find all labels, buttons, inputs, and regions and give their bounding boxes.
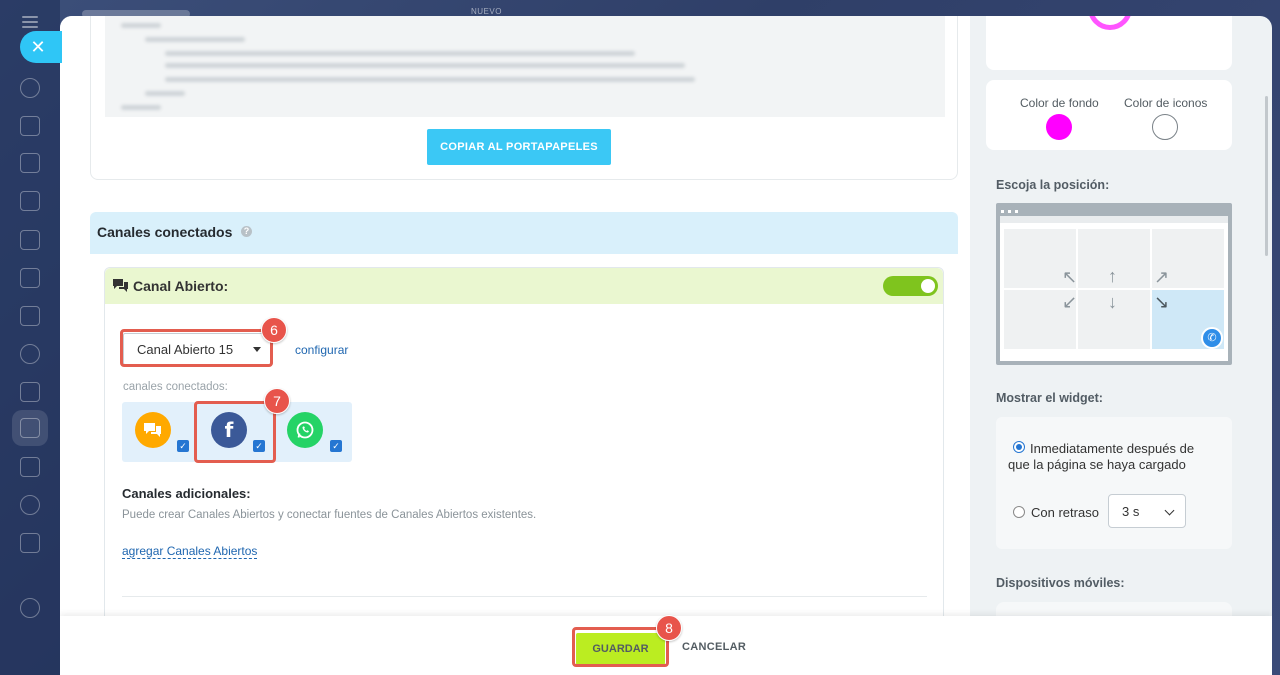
arrow-up-right-icon: ↗ bbox=[1154, 267, 1170, 287]
code-snippet bbox=[105, 16, 945, 117]
arrow-up-icon: ↑ bbox=[1108, 266, 1117, 286]
channel-checkbox[interactable]: ✓ bbox=[330, 440, 342, 452]
show-immediately-label: Inmediatamente después de que la página … bbox=[1008, 441, 1195, 472]
scrollbar[interactable] bbox=[1265, 96, 1268, 256]
arrow-down-icon: ↓ bbox=[1108, 292, 1117, 312]
code-card: COPIAR AL PORTAPAPELES bbox=[90, 16, 958, 180]
chat-bubbles-icon bbox=[112, 278, 129, 295]
annotation-frame-select bbox=[120, 329, 273, 367]
annotation-frame-save bbox=[572, 627, 669, 667]
copy-to-clipboard-button[interactable]: COPIAR AL PORTAPAPELES bbox=[427, 129, 611, 165]
delay-select[interactable]: 3 s bbox=[1108, 494, 1186, 528]
open-channel-title: Canal Abierto: bbox=[133, 278, 229, 294]
additional-channels-desc: Puede crear Canales Abiertos y conectar … bbox=[122, 509, 537, 521]
additional-channels-title: Canales adicionales: bbox=[122, 486, 251, 501]
browser-dots bbox=[1001, 210, 1021, 213]
tasks-icon[interactable] bbox=[20, 153, 40, 173]
position-picker: ↖ ↑ ↗ ↙ ↓ ↘ ✆ bbox=[996, 203, 1232, 365]
open-channel-toggle[interactable] bbox=[883, 276, 938, 296]
add-open-channels-link[interactable]: agregar Canales Abiertos bbox=[122, 544, 258, 559]
annotation-badge-7: 7 bbox=[264, 388, 290, 414]
docs-icon[interactable] bbox=[20, 230, 40, 250]
chats-icon[interactable] bbox=[20, 116, 40, 136]
show-delay-radio[interactable] bbox=[1013, 506, 1025, 518]
filter-icon[interactable] bbox=[20, 418, 40, 438]
close-slider-button[interactable]: ✕ bbox=[20, 31, 62, 63]
widget-preview-button bbox=[1088, 16, 1132, 30]
arrow-down-left-icon: ↙ bbox=[1062, 292, 1078, 312]
annotation-frame-facebook bbox=[194, 401, 276, 463]
mobile-devices-label: Dispositivos móviles: bbox=[996, 576, 1125, 590]
delay-value: 3 s bbox=[1122, 504, 1140, 519]
checklist-icon[interactable] bbox=[20, 382, 40, 402]
menu-icon[interactable] bbox=[22, 16, 38, 28]
connected-channels-header: Canales conectados ? bbox=[90, 212, 958, 254]
arrow-up-left-icon: ↖ bbox=[1062, 267, 1078, 287]
divider bbox=[122, 596, 927, 597]
help-icon[interactable]: ? bbox=[241, 226, 252, 237]
configure-link[interactable]: configurar bbox=[295, 343, 348, 357]
target-icon[interactable] bbox=[20, 495, 40, 515]
whatsapp-icon[interactable] bbox=[287, 412, 323, 448]
icon-color-label: Color de iconos bbox=[1124, 96, 1208, 110]
feed-icon[interactable] bbox=[20, 78, 40, 98]
phone-icon: ✆ bbox=[1201, 327, 1223, 349]
calendar-icon[interactable] bbox=[20, 191, 40, 211]
arrow-down-right-icon: ↘ bbox=[1154, 292, 1170, 312]
bg-color-swatch[interactable] bbox=[1046, 114, 1072, 140]
colors-box bbox=[986, 80, 1232, 150]
widget-settings-column: Color de fondo Color de iconos Escoja la… bbox=[986, 16, 1232, 642]
settings-icon[interactable] bbox=[20, 598, 40, 618]
chevron-down-icon bbox=[1164, 505, 1175, 516]
drive-icon[interactable] bbox=[20, 268, 40, 288]
section-title: Canales conectados bbox=[97, 224, 233, 240]
position-grid: ↖ ↑ ↗ ↙ ↓ ↘ ✆ bbox=[1000, 223, 1228, 361]
contacts-icon[interactable] bbox=[20, 344, 40, 364]
channel-checkbox[interactable]: ✓ bbox=[177, 440, 189, 452]
main-column: COPIAR AL PORTAPAPELES Canales conectado… bbox=[60, 16, 970, 616]
preview-box bbox=[986, 16, 1232, 70]
show-widget-box bbox=[996, 417, 1232, 549]
icon-color-swatch[interactable] bbox=[1152, 114, 1178, 140]
bg-color-label: Color de fondo bbox=[1020, 96, 1099, 110]
chat-icon[interactable] bbox=[135, 412, 171, 448]
left-nav-rail bbox=[0, 0, 60, 675]
sites-icon[interactable] bbox=[20, 457, 40, 477]
position-label: Escoja la posición: bbox=[996, 178, 1110, 192]
cancel-button[interactable]: CANCELAR bbox=[682, 641, 746, 653]
show-widget-label: Mostrar el widget: bbox=[996, 391, 1103, 405]
top-label: NUEVO bbox=[471, 7, 502, 16]
connected-channels-label: canales conectados: bbox=[123, 381, 228, 393]
show-delay-label: Con retraso bbox=[1031, 505, 1099, 520]
open-channel-header: Canal Abierto: bbox=[105, 268, 943, 304]
toggle-knob bbox=[921, 279, 935, 293]
mail-icon[interactable] bbox=[20, 306, 40, 326]
annotation-badge-6: 6 bbox=[261, 317, 287, 343]
cart-icon[interactable] bbox=[20, 533, 40, 553]
annotation-badge-8: 8 bbox=[656, 615, 682, 641]
